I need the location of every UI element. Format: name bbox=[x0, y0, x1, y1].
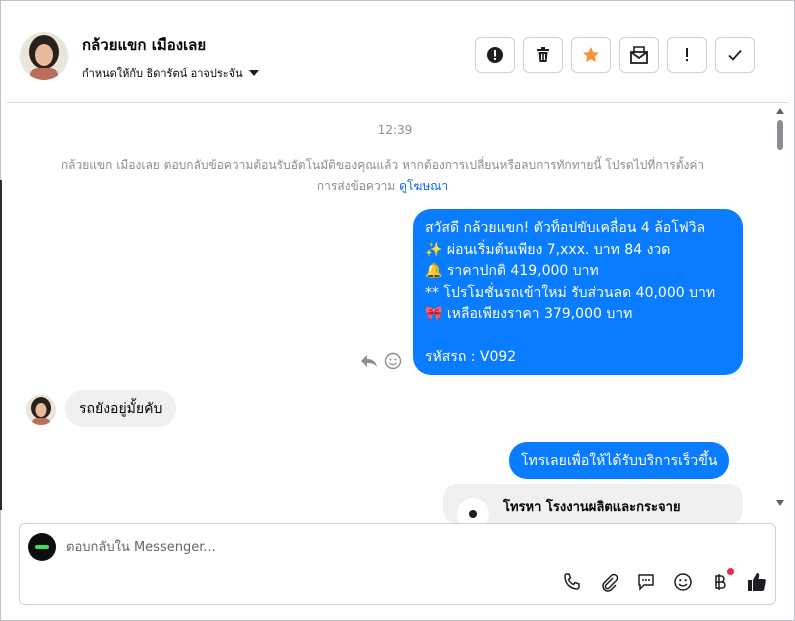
check-icon bbox=[728, 49, 742, 61]
done-button[interactable] bbox=[715, 37, 755, 73]
exclamation-icon bbox=[686, 48, 688, 62]
mark-unread-button[interactable] bbox=[619, 37, 659, 73]
outgoing-message-bubble[interactable]: โทรเลยเพื่อให้ได้รับบริการเร็วขึ้น bbox=[509, 442, 730, 479]
priority-button[interactable] bbox=[667, 37, 707, 73]
incoming-message-bubble[interactable]: รถยังอยู่มั้ยคับ bbox=[65, 390, 177, 427]
window-edge bbox=[0, 180, 2, 510]
page-avatar bbox=[28, 533, 56, 561]
delete-button[interactable] bbox=[523, 37, 563, 73]
caret-down-icon bbox=[248, 70, 259, 76]
thumbs-up-icon[interactable] bbox=[745, 570, 769, 594]
envelope-icon bbox=[630, 46, 648, 64]
system-notice-line1: กล้วยแขก เมืองเลย ตอบกลับข้อความต้อนรับอ… bbox=[60, 158, 705, 172]
message-line: 🎀 เหลือเพียงราคา 379,000 บาท bbox=[425, 306, 633, 322]
message-line: 🔔 ราคาปกติ 419,000 บาท bbox=[425, 263, 599, 279]
react-emoji-icon[interactable] bbox=[384, 352, 402, 370]
baht-icon[interactable] bbox=[708, 568, 734, 594]
message-timestamp: 12:39 bbox=[377, 123, 413, 137]
assignee-dropdown[interactable]: กำหนดให้กับ ธิดารัตน์ อาจประจัน bbox=[82, 64, 259, 82]
call-button-card[interactable]: โทรหา โรงงานผลิตและกระจาย bbox=[443, 484, 743, 524]
assignee-label: กำหนดให้กับ ธิดารัตน์ อาจประจัน bbox=[82, 67, 243, 80]
reply-input[interactable] bbox=[66, 536, 666, 558]
message-line: สวัสดี กล้วยแขก! ตัวท็อปขับเคลื่อน 4 ล้อ… bbox=[425, 220, 706, 236]
star-button[interactable] bbox=[571, 37, 611, 73]
system-notice-text: การส่งข้อความ bbox=[316, 179, 396, 193]
system-notice-line2: การส่งข้อความ ดูโฆษณา bbox=[20, 176, 745, 197]
star-icon bbox=[583, 47, 599, 62]
reply-icon[interactable] bbox=[360, 353, 378, 369]
message-line: ** โปรโมชั่นรถเข้าใหม่ รับส่วนลด 40,000 … bbox=[425, 284, 716, 301]
contact-avatar[interactable] bbox=[20, 32, 68, 80]
emoji-icon[interactable] bbox=[671, 570, 695, 594]
call-icon bbox=[457, 498, 489, 524]
report-button[interactable] bbox=[475, 37, 515, 73]
scroll-down-arrow-icon[interactable] bbox=[776, 500, 784, 506]
trash-icon bbox=[537, 47, 549, 62]
saved-reply-icon[interactable] bbox=[634, 570, 658, 594]
reply-composer bbox=[19, 523, 776, 605]
system-notice: กล้วยแขก เมืองเลย ตอบกลับข้อความต้อนรับอ… bbox=[20, 155, 745, 197]
scrollbar-thumb[interactable] bbox=[777, 120, 783, 150]
conversation-header: กล้วยแขก เมืองเลย กำหนดให้กับ ธิดารัตน์ … bbox=[6, 6, 789, 103]
outgoing-message-bubble[interactable]: สวัสดี กล้วยแขก! ตัวท็อปขับเคลื่อน 4 ล้อ… bbox=[413, 209, 743, 375]
message-actions bbox=[360, 352, 402, 370]
message-line bbox=[425, 326, 731, 348]
view-ad-link[interactable]: ดูโฆษณา bbox=[399, 179, 448, 193]
message-line: รหัสรถ : V092 bbox=[425, 349, 517, 365]
header-actions bbox=[475, 37, 755, 73]
message-line: ✨ ผ่อนเริ่มต้นเพียง 7,xxx. บาท 84 งวด bbox=[425, 241, 671, 258]
card-title: โทรหา โรงงานผลิตและกระจาย bbox=[503, 500, 681, 515]
contact-avatar-small[interactable] bbox=[26, 395, 56, 425]
composer-toolbar bbox=[560, 568, 769, 594]
scroll-up-arrow-icon[interactable] bbox=[776, 108, 784, 114]
notification-dot bbox=[727, 568, 734, 575]
exclamation-circle-icon bbox=[487, 47, 503, 63]
phone-icon[interactable] bbox=[560, 570, 584, 594]
paperclip-icon[interactable] bbox=[597, 570, 621, 594]
contact-name[interactable]: กล้วยแขก เมืองเลย bbox=[82, 33, 206, 57]
